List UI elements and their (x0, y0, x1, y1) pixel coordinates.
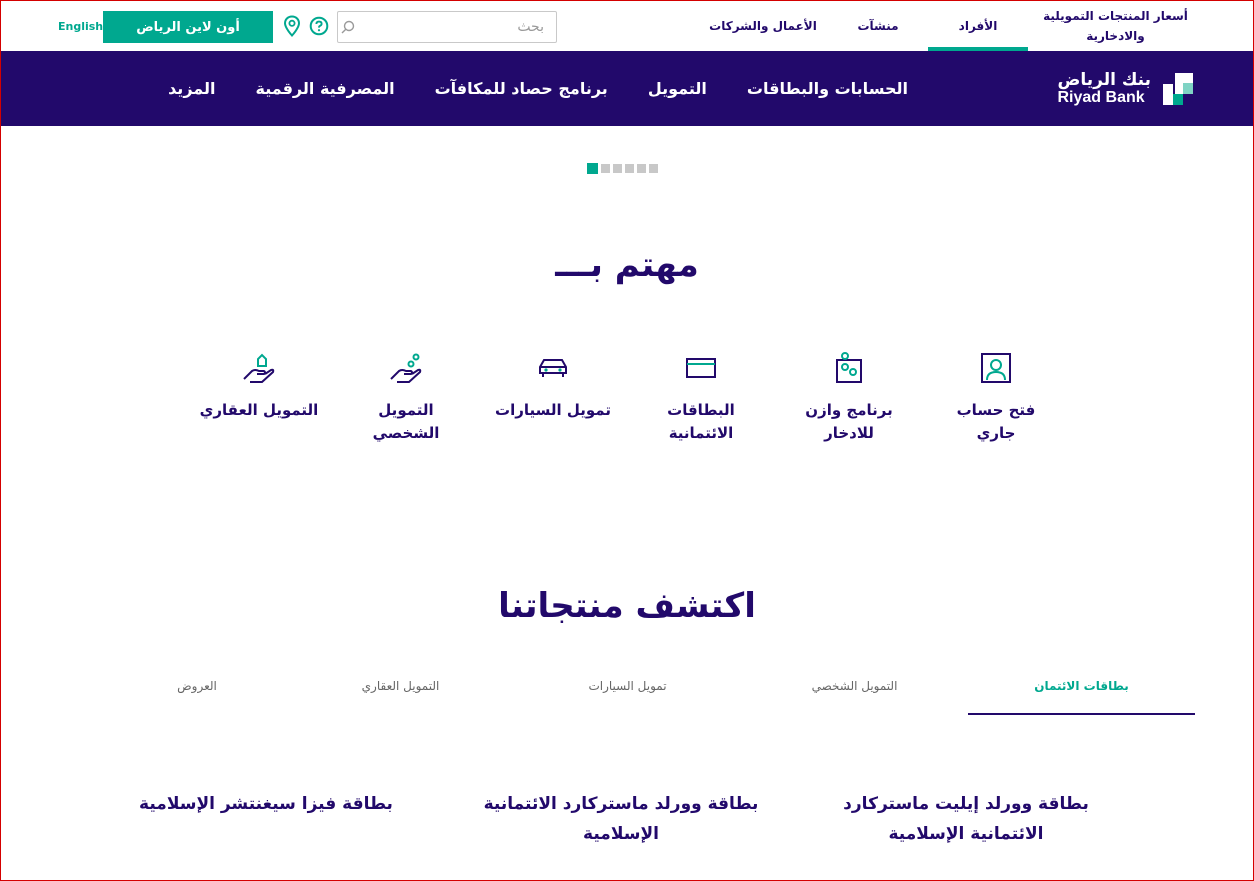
quick-link-label: التمويل الشخصي (372, 401, 440, 442)
tab-sme[interactable]: منشآت (828, 1, 928, 51)
language-switch-link[interactable]: English (58, 20, 103, 33)
nav-financing[interactable]: التمويل (648, 79, 707, 98)
search-input[interactable] (358, 12, 556, 42)
card-world-mastercard[interactable]: بطاقة وورلد ماستركارد الائتمانية الإسلام… (476, 789, 766, 849)
brand-name-english: Riyad Bank (1057, 89, 1145, 106)
slider-dot-4[interactable] (625, 164, 634, 173)
coins-icon (836, 352, 862, 383)
riyad-online-button[interactable]: أون لاين الرياض (103, 11, 273, 43)
quick-link-credit-cards[interactable]: البطاقات الائتمانية (641, 351, 761, 445)
slider-dot-1[interactable] (587, 163, 598, 174)
main-navigation: بنك الرياض Riyad Bank الحسابات والبطاقات… (1, 51, 1253, 126)
slider-dot-6[interactable] (649, 164, 658, 173)
quick-link-personal-finance[interactable]: التمويل الشخصي (346, 351, 466, 445)
top-utility-bar: أسعار المنتجات التمويلية والادخارية الأف… (1, 1, 1253, 51)
location-pin-icon[interactable] (283, 15, 301, 37)
tab-personal-finance[interactable]: التمويل الشخصي (741, 679, 968, 715)
product-tabs: بطاقات الائتمان التمويل الشخصي تمويل الس… (91, 679, 1195, 715)
tab-home-finance[interactable]: التمويل العقاري (287, 679, 514, 715)
slider-pagination (587, 163, 658, 174)
quick-link-wazen-savings[interactable]: برنامج وازن للادخار (789, 351, 909, 445)
quick-link-label: فتح حساب جاري (956, 401, 1036, 442)
nav-more[interactable]: المزيد (168, 79, 215, 98)
tab-auto-finance[interactable]: تمويل السيارات (514, 679, 741, 715)
card-icon (686, 358, 716, 378)
car-icon (539, 359, 567, 377)
riyad-bank-logo[interactable]: بنك الرياض Riyad Bank (1055, 69, 1195, 109)
explore-products-title: اكتشف منتجاتنا (498, 586, 756, 626)
logo-mark-icon (1163, 73, 1193, 105)
quick-link-label: التمويل العقاري (199, 401, 319, 419)
slider-dot-5[interactable] (637, 164, 646, 173)
user-icon (981, 353, 1011, 383)
hand-house-icon (243, 353, 275, 383)
nav-accounts-cards[interactable]: الحسابات والبطاقات (747, 79, 908, 98)
segment-tabs: أسعار المنتجات التمويلية والادخارية الأف… (698, 1, 1203, 51)
tab-credit-cards[interactable]: بطاقات الائتمان (968, 679, 1195, 715)
card-visa-signature[interactable]: بطاقة فيزا سيغنتشر الإسلامية (121, 789, 411, 819)
quick-link-auto-finance[interactable]: تمويل السيارات (493, 351, 613, 422)
search-box (337, 11, 557, 43)
card-world-elite-mastercard[interactable]: بطاقة وورلد إيليت ماستركارد الائتمانية ا… (841, 789, 1091, 849)
slider-dot-2[interactable] (601, 164, 610, 173)
quick-link-label: البطاقات الائتمانية (667, 401, 735, 442)
nav-hassad-rewards[interactable]: برنامج حصاد للمكافآت (435, 79, 608, 98)
product-cards: بطاقة وورلد إيليت ماستركارد الائتمانية ا… (121, 789, 1121, 869)
tab-offers[interactable]: العروض (107, 679, 287, 715)
tab-corporate[interactable]: الأعمال والشركات (698, 1, 828, 51)
slider-dot-3[interactable] (613, 164, 622, 173)
quick-link-label: برنامج وازن للادخار (805, 401, 893, 442)
brand-name-arabic: بنك الرياض (1057, 70, 1152, 90)
quick-link-home-finance[interactable]: التمويل العقاري (199, 351, 319, 422)
quick-link-open-account[interactable]: فتح حساب جاري (936, 351, 1056, 445)
hand-coins-icon (390, 353, 422, 383)
quick-link-label: تمويل السيارات (495, 401, 611, 419)
quick-links: فتح حساب جاري برنامج وازن للادخار البطاق… (161, 351, 1081, 461)
tab-individuals[interactable]: الأفراد (928, 1, 1028, 51)
search-icon[interactable] (338, 12, 358, 42)
nav-digital-banking[interactable]: المصرفية الرقمية (255, 79, 394, 98)
tab-product-rates[interactable]: أسعار المنتجات التمويلية والادخارية (1028, 1, 1203, 51)
interested-title: مهتم بـــ (555, 245, 699, 285)
help-icon[interactable] (309, 16, 329, 36)
nav-items: الحسابات والبطاقات التمويل برنامج حصاد ل… (128, 51, 908, 126)
